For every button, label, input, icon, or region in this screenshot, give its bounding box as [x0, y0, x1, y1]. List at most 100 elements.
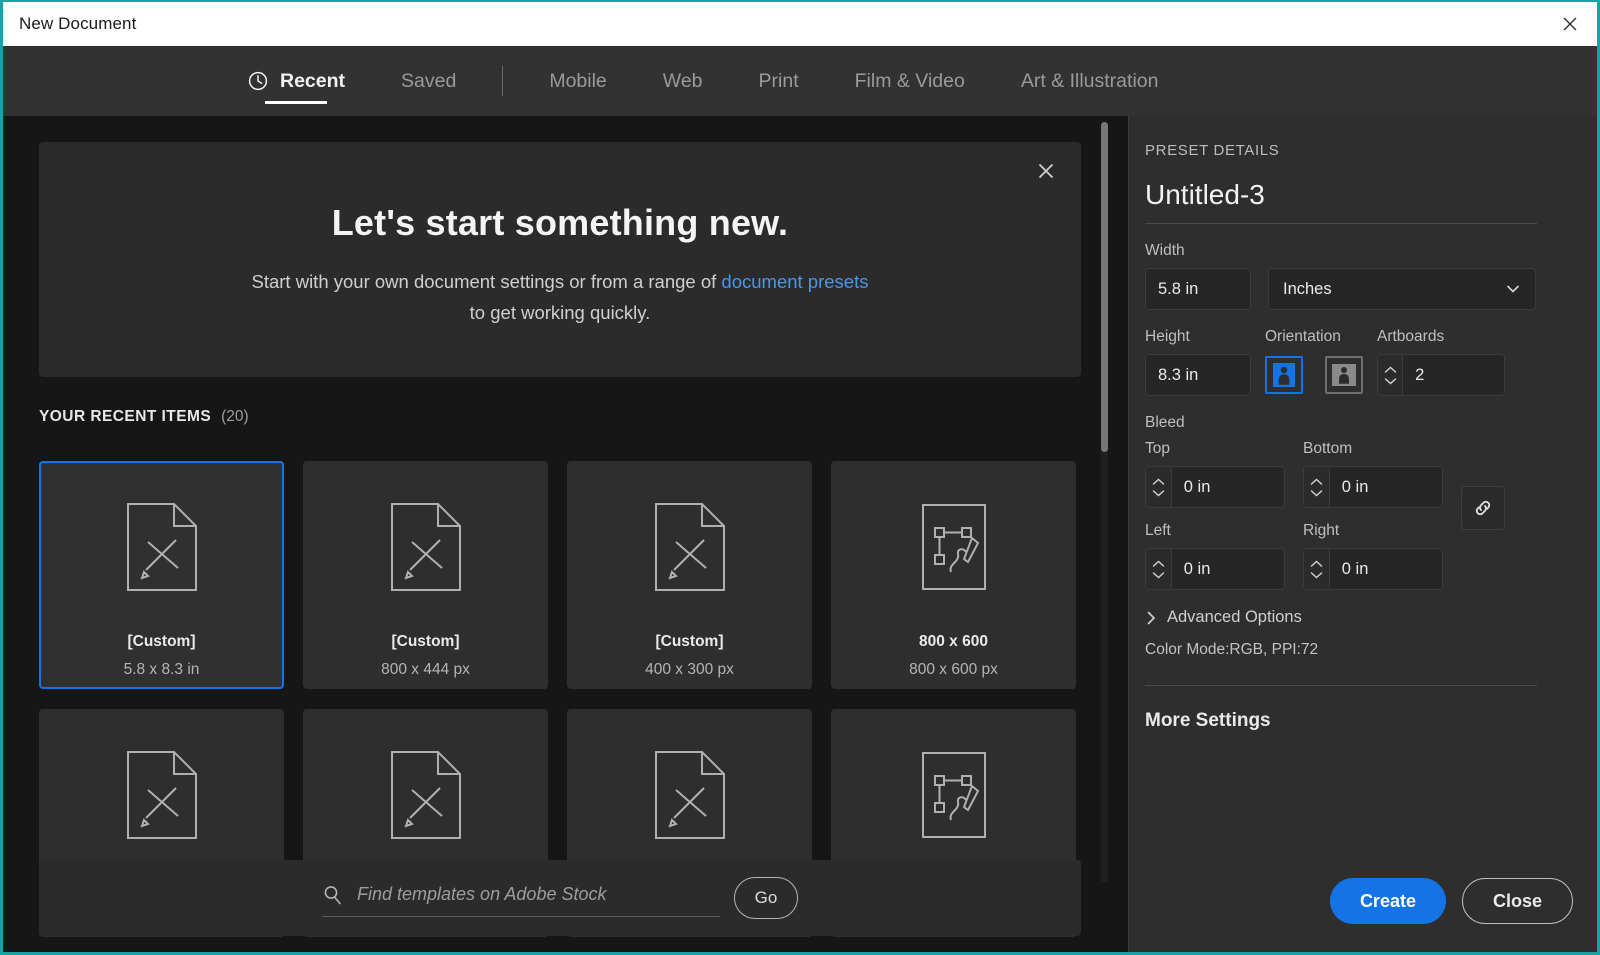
chevron-up-icon[interactable]: [1310, 477, 1323, 486]
orientation-label: Orientation: [1265, 328, 1341, 345]
height-label: Height: [1145, 328, 1190, 345]
tab-label: Mobile: [549, 69, 607, 92]
tab-saved[interactable]: Saved: [373, 46, 484, 116]
tab-mobile[interactable]: Mobile: [521, 46, 634, 116]
chevron-down-icon[interactable]: [1310, 489, 1323, 497]
tile-thumbnail: [918, 745, 990, 845]
bleed-link-toggle[interactable]: [1461, 486, 1505, 530]
tile-thumbnail: [390, 497, 462, 597]
bleed-top-input[interactable]: [1171, 467, 1284, 507]
window-close-button[interactable]: [1543, 2, 1597, 46]
title-bar: New Document: [3, 2, 1597, 46]
artboards-stepper[interactable]: [1378, 355, 1404, 395]
preset-details-title: PRESET DETAILS: [1145, 142, 1280, 159]
bleed-left-field[interactable]: [1145, 548, 1285, 590]
document-ruler-pencil-icon: [390, 751, 461, 839]
tab-label: Film & Video: [854, 69, 965, 92]
templates-pane: Let's start something new. Start with yo…: [3, 116, 1128, 952]
close-icon: [1038, 163, 1054, 179]
document-name-input[interactable]: [1145, 179, 1535, 211]
recent-items-header: YOUR RECENT ITEMS (20): [39, 408, 249, 426]
close-button[interactable]: Close: [1461, 878, 1573, 924]
search-go-button[interactable]: Go: [734, 877, 798, 919]
orientation-landscape-button[interactable]: [1325, 356, 1363, 394]
tile-dimensions: 800 x 600 px: [909, 661, 998, 678]
bleed-bottom-label: Bottom: [1303, 440, 1353, 457]
orientation-portrait-button[interactable]: [1265, 356, 1303, 394]
tile-thumbnail: [654, 745, 726, 845]
document-ruler-pencil-icon: [126, 751, 197, 839]
tab-label: Saved: [401, 69, 457, 92]
bleed-bottom-input[interactable]: [1329, 467, 1442, 507]
units-select[interactable]: Inches: [1268, 268, 1536, 310]
tab-label: Recent: [280, 69, 346, 92]
chevron-down-icon: [1507, 285, 1519, 293]
tab-label: Art & Illustration: [1020, 69, 1159, 92]
preset-details-panel: PRESET DETAILS Width Inches: [1128, 116, 1597, 952]
recent-item-tile[interactable]: [Custom] 800 x 444 px: [303, 461, 548, 689]
bleed-top-stepper[interactable]: [1146, 467, 1172, 507]
chevron-up-icon[interactable]: [1152, 477, 1165, 486]
bleed-label: Bleed: [1145, 414, 1185, 431]
search-input[interactable]: [357, 884, 720, 905]
dialog-footer-buttons: Create Close: [1329, 878, 1573, 924]
height-input[interactable]: [1146, 365, 1250, 385]
chevron-down-icon[interactable]: [1152, 571, 1165, 579]
bleed-top-label: Top: [1145, 440, 1170, 457]
artboards-input[interactable]: [1403, 355, 1504, 395]
tile-dimensions: 400 x 300 px: [645, 661, 734, 678]
banner-subtext: Start with your own document settings or…: [39, 266, 1081, 328]
tab-web[interactable]: Web: [635, 46, 731, 116]
tab-print[interactable]: Print: [731, 46, 827, 116]
tab-film-and-video[interactable]: Film & Video: [827, 46, 993, 116]
tile-name: [Custom]: [391, 633, 460, 650]
chevron-down-icon[interactable]: [1310, 571, 1323, 579]
chevron-up-icon[interactable]: [1384, 365, 1397, 374]
chevron-right-icon: [1147, 611, 1156, 624]
width-field[interactable]: [1145, 268, 1251, 310]
recent-item-tile[interactable]: [Custom] 400 x 300 px: [567, 461, 812, 689]
tab-recent[interactable]: Recent: [219, 46, 373, 116]
bleed-right-field[interactable]: [1303, 548, 1443, 590]
chevron-up-icon[interactable]: [1152, 559, 1165, 568]
tile-thumbnail: [654, 497, 726, 597]
banner-subtext-part2: to get working quickly.: [469, 302, 651, 323]
width-input[interactable]: [1146, 279, 1250, 299]
tile-dimensions: 5.8 x 8.3 in: [123, 661, 200, 678]
new-document-dialog: New Document Recent Saved Mobile Web Pri…: [0, 0, 1600, 955]
scrollbar-thumb[interactable]: [1101, 122, 1108, 452]
chevron-up-icon[interactable]: [1310, 559, 1323, 568]
bleed-top-field[interactable]: [1145, 466, 1285, 508]
portrait-orientation-icon: [1273, 363, 1295, 387]
tab-art-and-illustration[interactable]: Art & Illustration: [993, 46, 1187, 116]
bleed-bottom-stepper[interactable]: [1304, 467, 1330, 507]
height-field[interactable]: [1145, 354, 1251, 396]
recent-item-tile[interactable]: [Custom] 5.8 x 8.3 in: [39, 461, 284, 689]
artboards-field[interactable]: [1377, 354, 1505, 396]
banner-close-button[interactable]: [1031, 156, 1061, 186]
bleed-left-label: Left: [1145, 522, 1171, 539]
search-icon: [324, 885, 341, 904]
search-field-wrapper[interactable]: [322, 884, 720, 917]
document-presets-link[interactable]: document presets: [721, 271, 868, 292]
chevron-down-icon[interactable]: [1384, 377, 1397, 385]
banner-subtext-part1: Start with your own document settings or…: [251, 271, 722, 292]
advanced-options-toggle[interactable]: Advanced Options: [1145, 608, 1597, 627]
artboard-pen-path-icon: [921, 752, 986, 838]
bleed-bottom-field[interactable]: [1303, 466, 1443, 508]
width-label: Width: [1145, 242, 1185, 259]
recent-items-title: YOUR RECENT ITEMS: [39, 408, 212, 425]
recent-item-tile[interactable]: 800 x 600 800 x 600 px: [831, 461, 1076, 689]
create-button[interactable]: Create: [1329, 878, 1446, 924]
tab-label: Print: [758, 69, 799, 92]
document-ruler-pencil-icon: [654, 503, 725, 591]
templates-scrollbar[interactable]: [1101, 122, 1108, 882]
tile-thumbnail: [126, 745, 198, 845]
bleed-right-input[interactable]: [1329, 549, 1442, 589]
bleed-right-stepper[interactable]: [1304, 549, 1330, 589]
bleed-left-stepper[interactable]: [1146, 549, 1172, 589]
clock-icon: [248, 71, 268, 91]
more-settings-button[interactable]: More Settings: [1145, 710, 1597, 732]
bleed-left-input[interactable]: [1171, 549, 1284, 589]
chevron-down-icon[interactable]: [1152, 489, 1165, 497]
